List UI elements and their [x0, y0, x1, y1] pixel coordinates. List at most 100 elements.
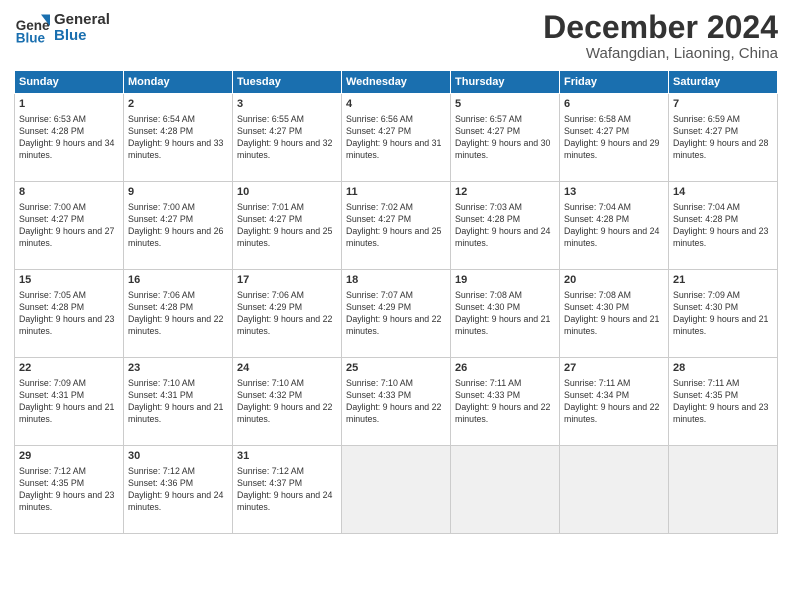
calendar-table: SundayMondayTuesdayWednesdayThursdayFrid…	[14, 70, 778, 534]
calendar-day-cell: 3 Sunrise: 6:55 AMSunset: 4:27 PMDaylight…	[233, 94, 342, 182]
day-number: 11	[346, 185, 446, 200]
calendar-day-cell: 2 Sunrise: 6:54 AMSunset: 4:28 PMDaylight…	[124, 94, 233, 182]
cell-info: Sunrise: 7:08 AMSunset: 4:30 PMDaylight:…	[564, 290, 664, 338]
day-number: 30	[128, 449, 228, 464]
calendar-day-cell: 17 Sunrise: 7:06 AMSunset: 4:29 PMDayligh…	[233, 270, 342, 358]
day-number: 26	[455, 361, 555, 376]
calendar-day-cell: 20 Sunrise: 7:08 AMSunset: 4:30 PMDayligh…	[560, 270, 669, 358]
cell-info: Sunrise: 7:02 AMSunset: 4:27 PMDaylight:…	[346, 202, 446, 250]
cell-info: Sunrise: 7:03 AMSunset: 4:28 PMDaylight:…	[455, 202, 555, 250]
cell-info: Sunrise: 7:04 AMSunset: 4:28 PMDaylight:…	[673, 202, 773, 250]
calendar-day-cell: 21Sunrise: 7:09 AMSunset: 4:30 PMDayligh…	[669, 270, 778, 358]
day-number: 24	[237, 361, 337, 376]
cell-info: Sunrise: 7:11 AMSunset: 4:34 PMDaylight:…	[564, 378, 664, 426]
cell-info: Sunrise: 7:05 AMSunset: 4:28 PMDaylight:…	[19, 290, 119, 338]
calendar-day-header: Sunday	[15, 71, 124, 94]
calendar-day-cell: 22Sunrise: 7:09 AMSunset: 4:31 PMDayligh…	[15, 358, 124, 446]
day-number: 3	[237, 97, 337, 112]
cell-info: Sunrise: 6:57 AMSunset: 4:27 PMDaylight:…	[455, 114, 555, 162]
title-block: December 2024 Wafangdian, Liaoning, Chin…	[543, 10, 778, 62]
page-container: General Blue General Blue December 2024 …	[0, 0, 792, 612]
logo-icon: General Blue	[14, 10, 50, 46]
day-number: 13	[564, 185, 664, 200]
calendar-day-header: Saturday	[669, 71, 778, 94]
location: Wafangdian, Liaoning, China	[543, 45, 778, 62]
calendar-day-header: Monday	[124, 71, 233, 94]
day-number: 8	[19, 185, 119, 200]
calendar-day-header: Friday	[560, 71, 669, 94]
calendar-day-cell: 7 Sunrise: 6:59 AMSunset: 4:27 PMDaylight…	[669, 94, 778, 182]
day-number: 19	[455, 273, 555, 288]
cell-info: Sunrise: 7:11 AMSunset: 4:35 PMDaylight:…	[673, 378, 773, 426]
calendar-day-cell: 10Sunrise: 7:01 AMSunset: 4:27 PMDayligh…	[233, 182, 342, 270]
month-title: December 2024	[543, 10, 778, 45]
day-number: 29	[19, 449, 119, 464]
logo: General Blue General Blue	[14, 10, 110, 46]
cell-info: Sunrise: 7:00 AMSunset: 4:27 PMDaylight:…	[128, 202, 228, 250]
calendar-week-row: 15 Sunrise: 7:05 AMSunset: 4:28 PMDayligh…	[15, 270, 778, 358]
day-number: 12	[455, 185, 555, 200]
calendar-day-cell: 16Sunrise: 7:06 AMSunset: 4:28 PMDayligh…	[124, 270, 233, 358]
calendar-week-row: 29Sunrise: 7:12 AMSunset: 4:35 PMDayligh…	[15, 446, 778, 534]
day-number: 7	[673, 97, 773, 112]
calendar-header-row: SundayMondayTuesdayWednesdayThursdayFrid…	[15, 71, 778, 94]
calendar-day-cell: 18Sunrise: 7:07 AMSunset: 4:29 PMDayligh…	[342, 270, 451, 358]
calendar-day-cell: 5 Sunrise: 6:57 AMSunset: 4:27 PMDaylight…	[451, 94, 560, 182]
calendar-day-cell: 15 Sunrise: 7:05 AMSunset: 4:28 PMDayligh…	[15, 270, 124, 358]
calendar-day-cell: 4 Sunrise: 6:56 AMSunset: 4:27 PMDaylight…	[342, 94, 451, 182]
day-number: 25	[346, 361, 446, 376]
day-number: 31	[237, 449, 337, 464]
cell-info: Sunrise: 6:55 AMSunset: 4:27 PMDaylight:…	[237, 114, 337, 162]
cell-info: Sunrise: 6:56 AMSunset: 4:27 PMDaylight:…	[346, 114, 446, 162]
calendar-day-cell: 23Sunrise: 7:10 AMSunset: 4:31 PMDayligh…	[124, 358, 233, 446]
calendar-day-cell	[342, 446, 451, 534]
logo-line2: Blue	[54, 28, 110, 45]
calendar-day-cell: 26Sunrise: 7:11 AMSunset: 4:33 PMDayligh…	[451, 358, 560, 446]
cell-info: Sunrise: 7:07 AMSunset: 4:29 PMDaylight:…	[346, 290, 446, 338]
calendar-week-row: 22Sunrise: 7:09 AMSunset: 4:31 PMDayligh…	[15, 358, 778, 446]
day-number: 1	[19, 97, 119, 112]
calendar-day-cell: 8Sunrise: 7:00 AMSunset: 4:27 PMDaylight…	[15, 182, 124, 270]
calendar-day-cell: 31Sunrise: 7:12 AMSunset: 4:37 PMDayligh…	[233, 446, 342, 534]
cell-info: Sunrise: 7:10 AMSunset: 4:32 PMDaylight:…	[237, 378, 337, 426]
calendar-day-cell: 19 Sunrise: 7:08 AMSunset: 4:30 PMDayligh…	[451, 270, 560, 358]
day-number: 27	[564, 361, 664, 376]
calendar-day-cell: 11 Sunrise: 7:02 AMSunset: 4:27 PMDayligh…	[342, 182, 451, 270]
cell-info: Sunrise: 7:10 AMSunset: 4:33 PMDaylight:…	[346, 378, 446, 426]
day-number: 17	[237, 273, 337, 288]
calendar-day-cell: 29Sunrise: 7:12 AMSunset: 4:35 PMDayligh…	[15, 446, 124, 534]
day-number: 5	[455, 97, 555, 112]
cell-info: Sunrise: 6:53 AMSunset: 4:28 PMDaylight:…	[19, 114, 119, 162]
cell-info: Sunrise: 6:59 AMSunset: 4:27 PMDaylight:…	[673, 114, 773, 162]
calendar-day-cell: 28 Sunrise: 7:11 AMSunset: 4:35 PMDayligh…	[669, 358, 778, 446]
day-number: 20	[564, 273, 664, 288]
calendar-day-cell: 24 Sunrise: 7:10 AMSunset: 4:32 PMDayligh…	[233, 358, 342, 446]
calendar-day-header: Thursday	[451, 71, 560, 94]
day-number: 9	[128, 185, 228, 200]
calendar-day-cell: 27 Sunrise: 7:11 AMSunset: 4:34 PMDayligh…	[560, 358, 669, 446]
calendar-day-cell: 30 Sunrise: 7:12 AMSunset: 4:36 PMDayligh…	[124, 446, 233, 534]
day-number: 2	[128, 97, 228, 112]
day-number: 15	[19, 273, 119, 288]
calendar-day-cell: 1 Sunrise: 6:53 AMSunset: 4:28 PMDaylight…	[15, 94, 124, 182]
cell-info: Sunrise: 7:04 AMSunset: 4:28 PMDaylight:…	[564, 202, 664, 250]
cell-info: Sunrise: 7:06 AMSunset: 4:29 PMDaylight:…	[237, 290, 337, 338]
calendar-day-cell	[669, 446, 778, 534]
cell-info: Sunrise: 6:58 AMSunset: 4:27 PMDaylight:…	[564, 114, 664, 162]
day-number: 28	[673, 361, 773, 376]
calendar-day-cell	[451, 446, 560, 534]
day-number: 4	[346, 97, 446, 112]
calendar-day-header: Wednesday	[342, 71, 451, 94]
cell-info: Sunrise: 7:09 AMSunset: 4:31 PMDaylight:…	[19, 378, 119, 426]
cell-info: Sunrise: 7:12 AMSunset: 4:36 PMDaylight:…	[128, 466, 228, 514]
cell-info: Sunrise: 6:54 AMSunset: 4:28 PMDaylight:…	[128, 114, 228, 162]
calendar-day-cell: 9 Sunrise: 7:00 AMSunset: 4:27 PMDaylight…	[124, 182, 233, 270]
day-number: 6	[564, 97, 664, 112]
calendar-week-row: 1 Sunrise: 6:53 AMSunset: 4:28 PMDaylight…	[15, 94, 778, 182]
cell-info: Sunrise: 7:10 AMSunset: 4:31 PMDaylight:…	[128, 378, 228, 426]
day-number: 14	[673, 185, 773, 200]
cell-info: Sunrise: 7:08 AMSunset: 4:30 PMDaylight:…	[455, 290, 555, 338]
logo-line1: General	[54, 12, 110, 29]
cell-info: Sunrise: 7:01 AMSunset: 4:27 PMDaylight:…	[237, 202, 337, 250]
calendar-day-cell: 14 Sunrise: 7:04 AMSunset: 4:28 PMDayligh…	[669, 182, 778, 270]
